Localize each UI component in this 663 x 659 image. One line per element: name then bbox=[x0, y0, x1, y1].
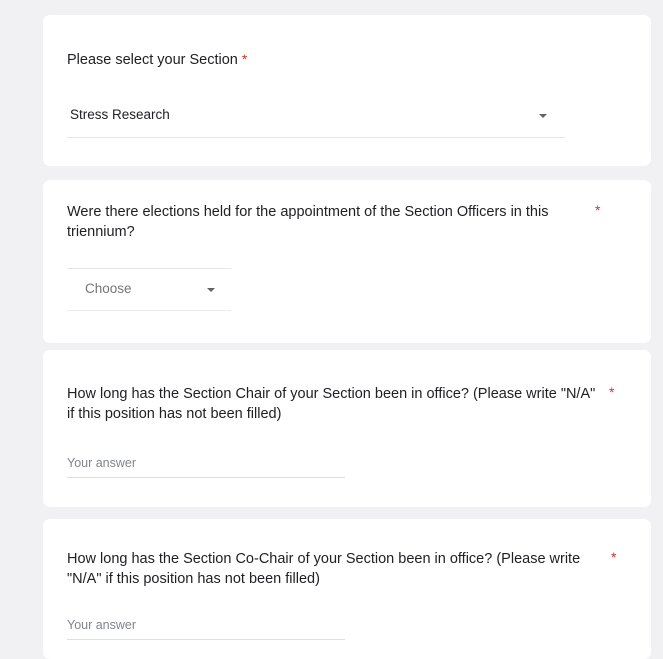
question-label-cochair-tenure: How long has the Section Co-Chair of you… bbox=[67, 549, 612, 589]
question-text-line: Were there elections held for the appoin… bbox=[67, 204, 549, 220]
caret-down-icon bbox=[539, 114, 547, 118]
question-text-line: if this position has not been filled) bbox=[67, 406, 282, 422]
question-text-line: triennium? bbox=[67, 224, 135, 240]
question-text-line: "N/A" if this position has not been fill… bbox=[67, 571, 320, 587]
question-text-line: How long has the Section Co-Chair of you… bbox=[67, 551, 581, 567]
question-card-section: Please select your Section * Stress Rese… bbox=[43, 15, 651, 166]
cochair-tenure-input[interactable] bbox=[67, 616, 345, 640]
question-text-line: How long has the Section Chair of your S… bbox=[67, 386, 596, 402]
required-asterisk: * bbox=[609, 384, 615, 400]
required-asterisk: * bbox=[241, 51, 248, 67]
question-card-elections: Were there elections held for the appoin… bbox=[43, 180, 651, 343]
elections-dropdown-value: Choose bbox=[85, 281, 132, 296]
section-dropdown-value: Stress Research bbox=[70, 107, 170, 122]
question-label-section: Please select your Section * bbox=[67, 49, 247, 70]
caret-down-icon bbox=[207, 288, 215, 292]
question-card-chair-tenure: How long has the Section Chair of your S… bbox=[43, 350, 651, 507]
question-card-cochair-tenure: How long has the Section Co-Chair of you… bbox=[43, 519, 651, 659]
question-text: Please select your Section bbox=[67, 52, 238, 68]
required-asterisk: * bbox=[595, 202, 601, 218]
question-label-elections: Were there elections held for the appoin… bbox=[67, 202, 587, 242]
chair-tenure-input[interactable] bbox=[67, 454, 345, 478]
required-asterisk: * bbox=[611, 549, 617, 565]
question-label-chair-tenure: How long has the Section Chair of your S… bbox=[67, 384, 627, 424]
elections-dropdown[interactable]: Choose bbox=[67, 268, 231, 311]
section-dropdown[interactable]: Stress Research bbox=[67, 97, 565, 138]
